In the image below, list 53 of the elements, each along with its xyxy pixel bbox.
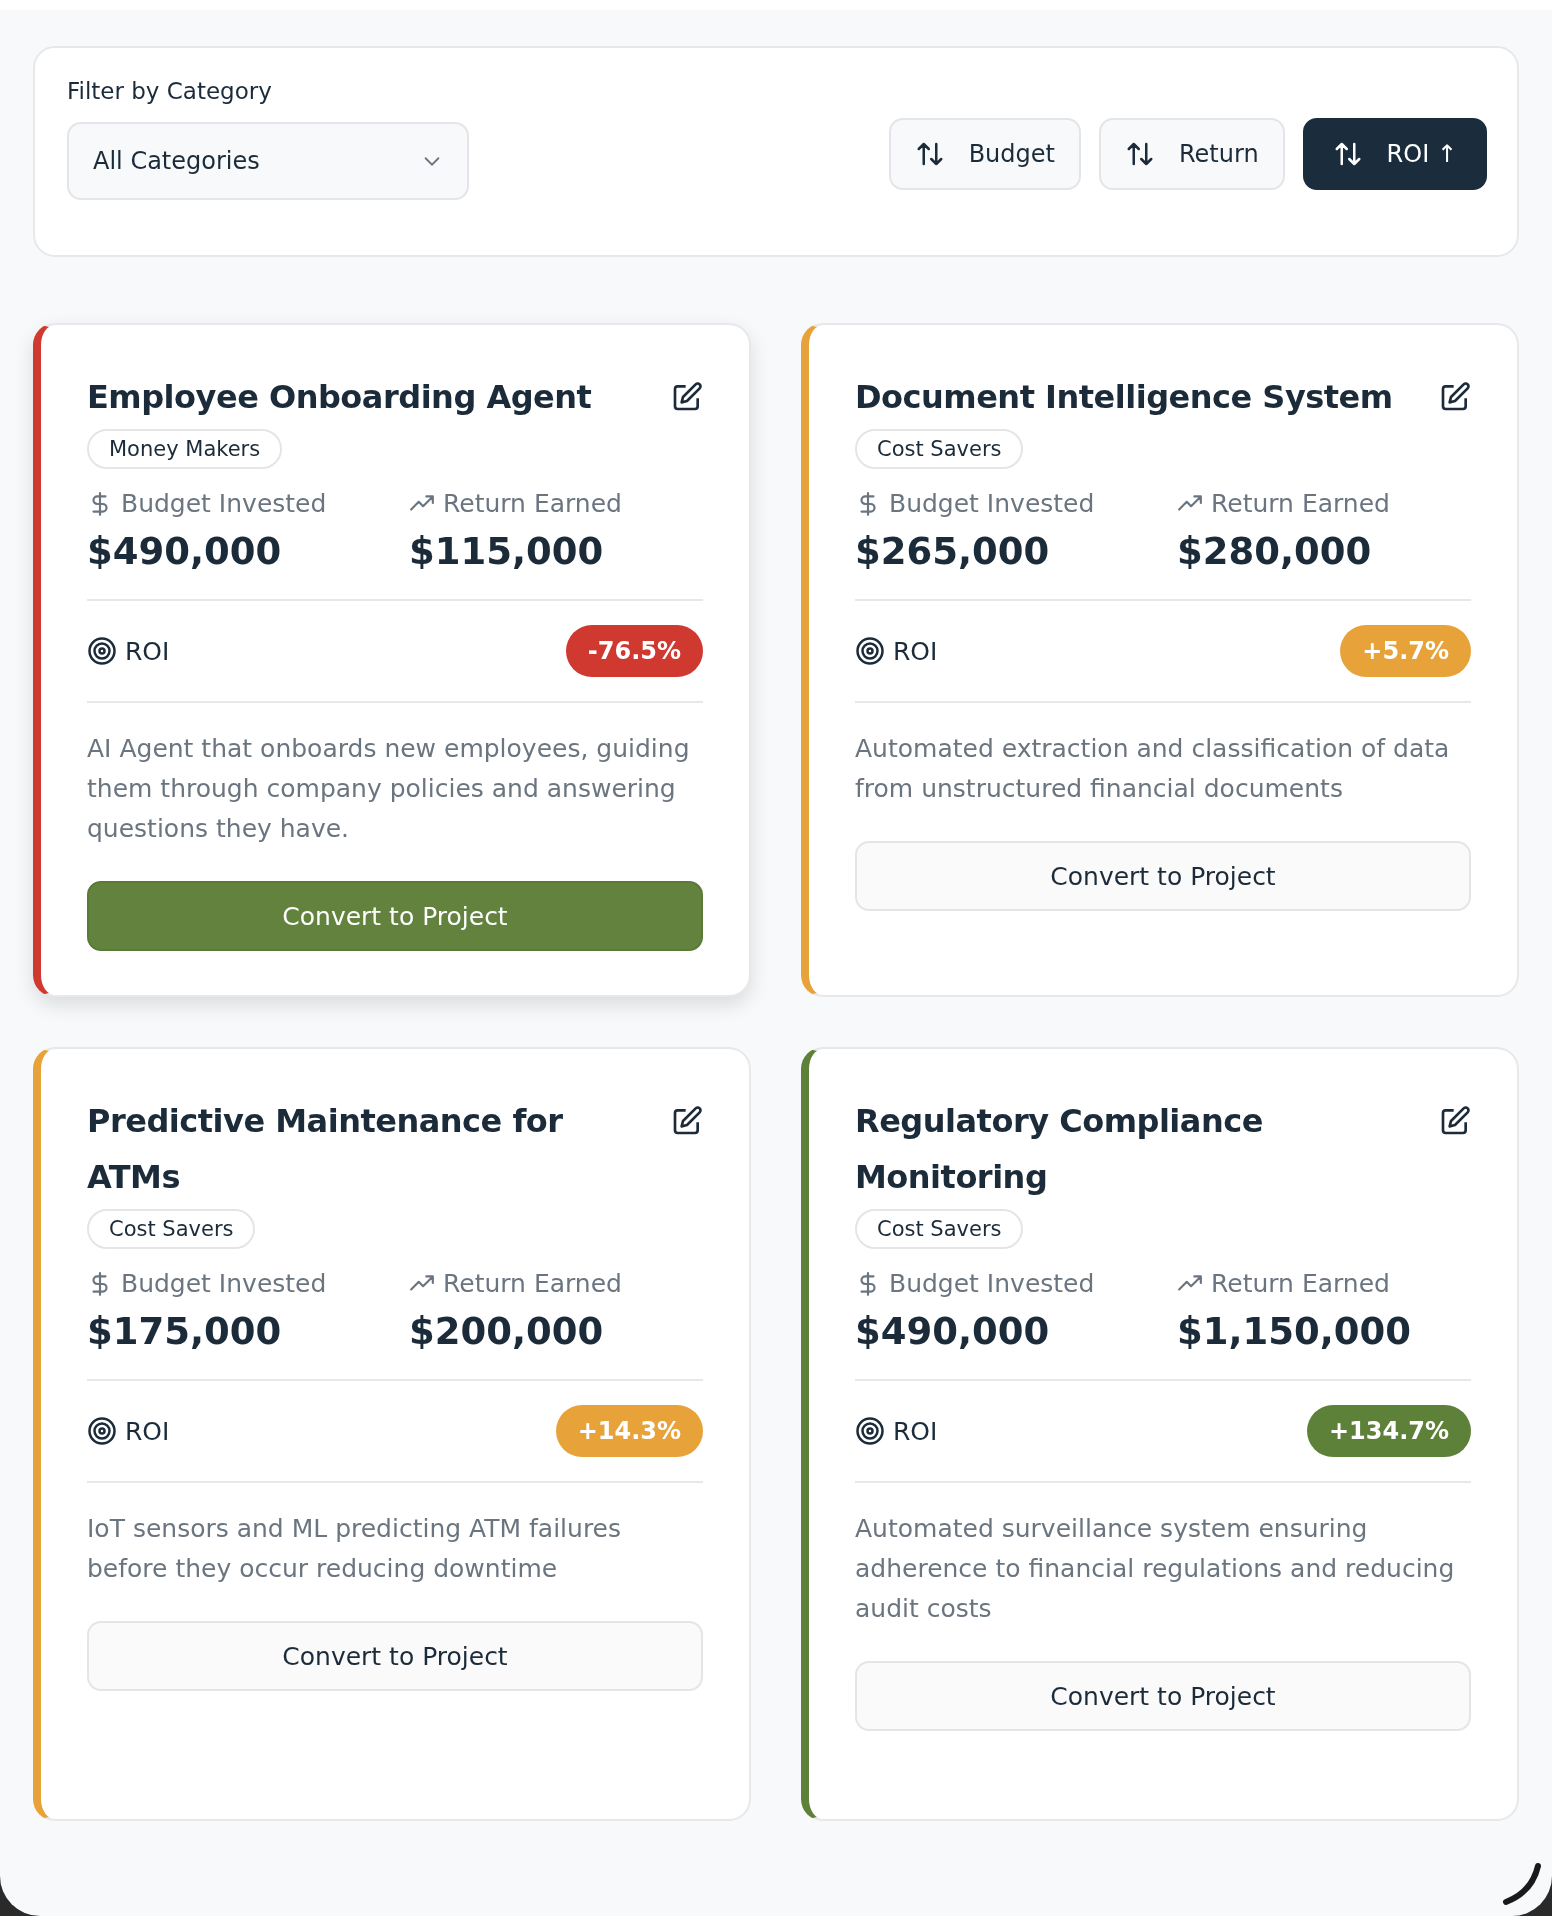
edit-icon[interactable] xyxy=(671,1105,703,1137)
roi-label: ROI xyxy=(893,1416,938,1446)
target-icon xyxy=(855,636,885,666)
stat-label: Return Earned xyxy=(443,489,622,518)
category-tag: Cost Savers xyxy=(87,1209,256,1249)
card-title: Regulatory Compliance Monitoring xyxy=(855,1101,1264,1198)
category-tag: Cost Savers xyxy=(855,1209,1024,1249)
convert-button[interactable]: Convert to Project xyxy=(87,1621,703,1691)
stat-label: Budget Invested xyxy=(121,489,327,518)
convert-button[interactable]: Convert to Project xyxy=(87,881,703,951)
stat-label: Return Earned xyxy=(1211,489,1390,518)
convert-button[interactable]: Convert to Project xyxy=(855,1661,1471,1731)
stat-value: $115,000 xyxy=(409,530,605,573)
stat-label: Return Earned xyxy=(443,1269,622,1298)
sort-button[interactable]: Budget xyxy=(888,118,1081,190)
convert-button[interactable]: Convert to Project xyxy=(855,841,1471,911)
edit-icon[interactable] xyxy=(1439,1105,1471,1137)
roi-badge: -76.5% xyxy=(565,625,703,677)
target-icon xyxy=(87,636,117,666)
stat-value: $490,000 xyxy=(855,1310,1051,1353)
filter-label: Filter by Category xyxy=(67,78,273,104)
roi-badge: +134.7% xyxy=(1306,1405,1471,1457)
roi-label: ROI xyxy=(125,1416,170,1446)
target-icon xyxy=(87,1416,117,1446)
roi-badge: +14.3% xyxy=(555,1405,703,1457)
category-tag: Cost Savers xyxy=(855,429,1024,469)
sort-button[interactable]: Return xyxy=(1098,118,1285,190)
stat-label: Budget Invested xyxy=(121,1269,327,1298)
stat-value: $280,000 xyxy=(1177,530,1373,573)
stat-label: Budget Invested xyxy=(889,1269,1095,1298)
stat-value: $175,000 xyxy=(87,1310,283,1353)
stat-label: Return Earned xyxy=(1211,1269,1390,1298)
edit-icon[interactable] xyxy=(671,381,703,413)
stat-value: $265,000 xyxy=(855,530,1051,573)
category-tag: Money Makers xyxy=(87,429,283,469)
card-description: Automated extraction and classification of data from unstructured financial documents xyxy=(855,733,1451,805)
card-description: Automated surveillance system ensuring adherence to financial regulations and reducing audit costs xyxy=(855,1513,1456,1625)
stat-label: Budget Invested xyxy=(889,489,1095,518)
edit-icon[interactable] xyxy=(1439,381,1471,413)
card-description: IoT sensors and ML predicting ATM failures before they occur reducing downtime xyxy=(87,1513,623,1585)
card-title: Document Intelligence System xyxy=(855,377,1393,418)
target-icon xyxy=(855,1416,885,1446)
roi-label: ROI xyxy=(893,636,938,666)
roi-label: ROI xyxy=(125,636,170,666)
card-title: Predictive Maintenance for ATMs xyxy=(87,1101,564,1198)
card-description: AI Agent that onboards new employees, guiding them through company policies and answering questions they have. xyxy=(87,733,691,845)
card-title: Employee Onboarding Agent xyxy=(87,377,592,418)
stat-value: $1,150,000 xyxy=(1177,1310,1413,1353)
roi-badge: +5.7% xyxy=(1340,625,1471,677)
category-dropdown[interactable]: All Categories xyxy=(67,122,469,200)
sort-button[interactable]: ROI ↑ xyxy=(1302,118,1487,190)
stat-value: $490,000 xyxy=(87,530,283,573)
stat-value: $200,000 xyxy=(409,1310,605,1353)
